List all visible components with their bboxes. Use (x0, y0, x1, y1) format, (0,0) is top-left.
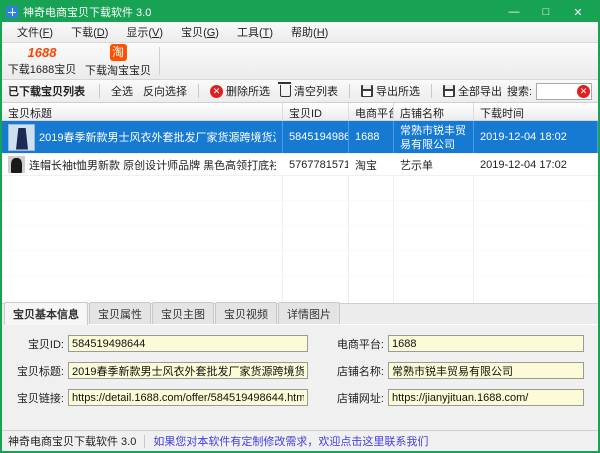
product-link-label: 宝贝链接: (12, 390, 64, 406)
product-time: 2019-12-04 17:02 (474, 154, 598, 175)
separator (198, 84, 199, 98)
tab-attributes[interactable]: 宝贝属性 (89, 302, 151, 324)
select-all-button[interactable]: 全选 (106, 81, 138, 101)
tab-detail-images[interactable]: 详情图片 (278, 302, 340, 324)
toolbar-separator (159, 47, 160, 75)
product-platform: 1688 (349, 121, 394, 153)
separator (144, 435, 145, 448)
menu-help[interactable]: 帮助(H) (282, 22, 337, 42)
tab-video[interactable]: 宝贝视频 (215, 302, 277, 324)
contact-link[interactable]: 如果您对本软件有定制修改需求，欢迎点击这里联系我们 (153, 433, 428, 449)
table-header: 宝贝标题 宝贝ID 电商平台 店铺名称 下载时间 (2, 103, 598, 121)
product-time: 2019-12-04 18:02 (474, 121, 598, 153)
status-bar: 神奇电商宝贝下载软件 3.0 如果您对本软件有定制修改需求，欢迎点击这里联系我们 (2, 430, 598, 451)
clear-list-button[interactable]: 清空列表 (275, 81, 343, 101)
menu-item[interactable]: 宝贝(G) (172, 22, 228, 42)
menu-download[interactable]: 下载(D) (62, 22, 117, 42)
detail-panel: 宝贝ID: 电商平台: 宝贝标题: 店铺名称: 宝贝链接: (2, 324, 598, 430)
app-icon (6, 6, 18, 18)
shop-url-field[interactable] (388, 389, 584, 406)
clear-search-icon[interactable]: ✕ (577, 85, 590, 98)
search-box: ✕ (536, 83, 592, 100)
col-time[interactable]: 下载时间 (474, 103, 598, 120)
col-shop[interactable]: 店铺名称 (394, 103, 474, 120)
platform-label: 电商平台: (326, 336, 384, 352)
tab-main-images[interactable]: 宝贝主图 (152, 302, 214, 324)
list-title: 已下载宝贝列表 (8, 83, 93, 99)
export-selected-button[interactable]: 导出所选 (356, 81, 425, 101)
separator (431, 84, 432, 98)
product-table: 宝贝标题 宝贝ID 电商平台 店铺名称 下载时间 2019春季新款男士风衣外套批… (2, 103, 598, 303)
maximize-button[interactable]: □ (530, 2, 562, 22)
table-row-selected[interactable]: 2019春季新款男士风衣外套批发厂家货源跨境货源wish速卖通亚 5845194… (2, 121, 598, 154)
separator (349, 84, 350, 98)
logo-1688-icon: 1688 (28, 45, 57, 60)
product-id: 584519498644 (283, 121, 349, 153)
list-action-bar: 已下载宝贝列表 全选 反向选择 ✕ 删除所选 清空列表 导出所选 全部导出 搜索… (2, 80, 598, 103)
menu-file[interactable]: 文件(F) (8, 22, 62, 42)
floppy-icon (443, 85, 455, 97)
product-thumbnail (8, 124, 35, 151)
product-title-field[interactable] (68, 362, 308, 379)
delete-selected-button[interactable]: ✕ 删除所选 (205, 81, 275, 101)
search-label: 搜索: (507, 83, 532, 99)
product-id: 576778157186 (283, 154, 349, 175)
taobao-icon: 淘 (110, 44, 127, 61)
status-app-name: 神奇电商宝贝下载软件 3.0 (8, 433, 136, 449)
table-row[interactable]: 连帽长袖t恤男新款 原创设计师品牌 黑色高领打底衫秋季 暗黑小众 5767781… (2, 154, 598, 176)
product-title: 2019春季新款男士风衣外套批发厂家货源跨境货源wish速卖通亚 (39, 129, 276, 145)
col-title[interactable]: 宝贝标题 (2, 103, 283, 120)
tab-basic-info[interactable]: 宝贝基本信息 (4, 302, 88, 325)
product-title-label: 宝贝标题: (12, 363, 64, 379)
export-all-button[interactable]: 全部导出 (438, 81, 507, 101)
menu-view[interactable]: 显示(V) (117, 22, 172, 42)
title-bar: 神奇电商宝贝下载软件 3.0 — □ ✕ (2, 2, 598, 22)
product-title: 连帽长袖t恤男新款 原创设计师品牌 黑色高领打底衫秋季 暗黑小众 (29, 157, 276, 173)
download-taobao-button[interactable]: 淘 下载淘宝宝贝 (80, 44, 156, 78)
product-id-label: 宝贝ID: (12, 336, 64, 352)
app-window: 神奇电商宝贝下载软件 3.0 — □ ✕ 文件(F) 下载(D) 显示(V) 宝… (0, 0, 600, 453)
col-platform[interactable]: 电商平台 (349, 103, 394, 120)
minimize-button[interactable]: — (498, 2, 530, 22)
shop-name-label: 店铺名称: (326, 363, 384, 379)
product-link-field[interactable] (68, 389, 308, 406)
download-taobao-label: 下载淘宝宝贝 (85, 62, 151, 78)
separator (99, 84, 100, 98)
delete-icon: ✕ (210, 85, 223, 98)
trash-icon (280, 85, 291, 97)
floppy-icon (361, 85, 373, 97)
platform-field[interactable] (388, 335, 584, 352)
download-1688-button[interactable]: 1688 下载1688宝贝 (4, 44, 80, 78)
product-platform: 淘宝 (349, 154, 394, 175)
invert-selection-button[interactable]: 反向选择 (138, 81, 192, 101)
close-button[interactable]: ✕ (562, 2, 594, 22)
shop-name-field[interactable] (388, 362, 584, 379)
main-toolbar: 1688 下载1688宝贝 淘 下载淘宝宝贝 (2, 43, 598, 80)
product-shop: 常熟市锐丰贸易有限公司 (400, 122, 467, 153)
menu-bar: 文件(F) 下载(D) 显示(V) 宝贝(G) 工具(T) 帮助(H) (2, 22, 598, 43)
col-id[interactable]: 宝贝ID (283, 103, 349, 120)
product-shop: 艺示单 (394, 154, 474, 175)
menu-tools[interactable]: 工具(T) (228, 22, 282, 42)
product-id-field[interactable] (68, 335, 308, 352)
shop-url-label: 店铺网址: (326, 390, 384, 406)
download-1688-label: 下载1688宝贝 (8, 61, 76, 77)
product-thumbnail (8, 156, 25, 173)
table-empty-area (2, 176, 598, 303)
window-title: 神奇电商宝贝下载软件 3.0 (23, 4, 498, 20)
detail-tab-bar: 宝贝基本信息 宝贝属性 宝贝主图 宝贝视频 详情图片 (2, 303, 598, 324)
